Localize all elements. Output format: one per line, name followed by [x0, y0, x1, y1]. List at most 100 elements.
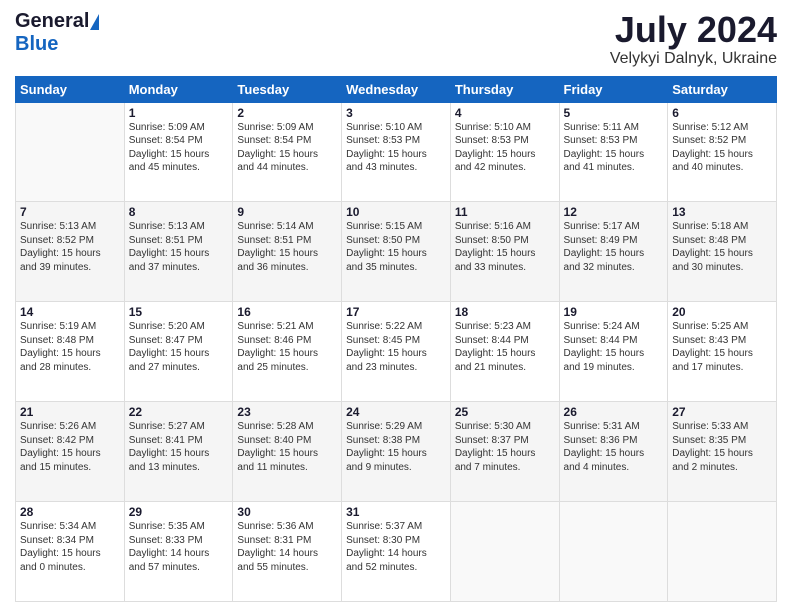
day-header-tuesday: Tuesday	[233, 76, 342, 102]
cell-info: Sunrise: 5:21 AM Sunset: 8:46 PM Dayligh…	[237, 320, 337, 374]
day-number: 4	[455, 106, 555, 120]
cal-cell: 14Sunrise: 5:19 AM Sunset: 8:48 PM Dayli…	[16, 302, 125, 402]
cal-cell: 12Sunrise: 5:17 AM Sunset: 8:49 PM Dayli…	[559, 202, 668, 302]
day-number: 8	[129, 205, 229, 219]
week-row-2: 14Sunrise: 5:19 AM Sunset: 8:48 PM Dayli…	[16, 302, 777, 402]
cal-cell: 8Sunrise: 5:13 AM Sunset: 8:51 PM Daylig…	[124, 202, 233, 302]
cal-cell: 2Sunrise: 5:09 AM Sunset: 8:54 PM Daylig…	[233, 102, 342, 202]
cell-info: Sunrise: 5:30 AM Sunset: 8:37 PM Dayligh…	[455, 420, 555, 474]
cal-cell: 15Sunrise: 5:20 AM Sunset: 8:47 PM Dayli…	[124, 302, 233, 402]
day-number: 16	[237, 305, 337, 319]
cell-info: Sunrise: 5:14 AM Sunset: 8:51 PM Dayligh…	[237, 220, 337, 274]
week-row-0: 1Sunrise: 5:09 AM Sunset: 8:54 PM Daylig…	[16, 102, 777, 202]
day-number: 17	[346, 305, 446, 319]
day-number: 30	[237, 505, 337, 519]
month-title: July 2024	[610, 10, 777, 50]
cal-cell: 16Sunrise: 5:21 AM Sunset: 8:46 PM Dayli…	[233, 302, 342, 402]
logo-general: General	[15, 10, 89, 33]
cell-info: Sunrise: 5:17 AM Sunset: 8:49 PM Dayligh…	[564, 220, 664, 274]
cal-cell: 25Sunrise: 5:30 AM Sunset: 8:37 PM Dayli…	[450, 402, 559, 502]
cal-cell: 11Sunrise: 5:16 AM Sunset: 8:50 PM Dayli…	[450, 202, 559, 302]
location-subtitle: Velykyi Dalnyk, Ukraine	[610, 50, 777, 68]
cell-info: Sunrise: 5:19 AM Sunset: 8:48 PM Dayligh…	[20, 320, 120, 374]
cal-cell: 1Sunrise: 5:09 AM Sunset: 8:54 PM Daylig…	[124, 102, 233, 202]
cell-info: Sunrise: 5:31 AM Sunset: 8:36 PM Dayligh…	[564, 420, 664, 474]
cal-cell: 20Sunrise: 5:25 AM Sunset: 8:43 PM Dayli…	[668, 302, 777, 402]
cell-info: Sunrise: 5:22 AM Sunset: 8:45 PM Dayligh…	[346, 320, 446, 374]
day-number: 25	[455, 405, 555, 419]
calendar-body: 1Sunrise: 5:09 AM Sunset: 8:54 PM Daylig…	[16, 102, 777, 601]
cal-cell: 19Sunrise: 5:24 AM Sunset: 8:44 PM Dayli…	[559, 302, 668, 402]
week-row-4: 28Sunrise: 5:34 AM Sunset: 8:34 PM Dayli…	[16, 502, 777, 602]
cell-info: Sunrise: 5:26 AM Sunset: 8:42 PM Dayligh…	[20, 420, 120, 474]
cell-info: Sunrise: 5:13 AM Sunset: 8:51 PM Dayligh…	[129, 220, 229, 274]
day-number: 21	[20, 405, 120, 419]
cal-cell: 30Sunrise: 5:36 AM Sunset: 8:31 PM Dayli…	[233, 502, 342, 602]
cell-info: Sunrise: 5:23 AM Sunset: 8:44 PM Dayligh…	[455, 320, 555, 374]
cell-info: Sunrise: 5:09 AM Sunset: 8:54 PM Dayligh…	[129, 121, 229, 175]
day-number: 18	[455, 305, 555, 319]
day-header-monday: Monday	[124, 76, 233, 102]
day-number: 11	[455, 205, 555, 219]
cal-cell: 6Sunrise: 5:12 AM Sunset: 8:52 PM Daylig…	[668, 102, 777, 202]
cal-cell	[16, 102, 125, 202]
cal-cell: 5Sunrise: 5:11 AM Sunset: 8:53 PM Daylig…	[559, 102, 668, 202]
week-row-3: 21Sunrise: 5:26 AM Sunset: 8:42 PM Dayli…	[16, 402, 777, 502]
calendar-header-row: SundayMondayTuesdayWednesdayThursdayFrid…	[16, 76, 777, 102]
cell-info: Sunrise: 5:15 AM Sunset: 8:50 PM Dayligh…	[346, 220, 446, 274]
cal-cell: 27Sunrise: 5:33 AM Sunset: 8:35 PM Dayli…	[668, 402, 777, 502]
day-header-saturday: Saturday	[668, 76, 777, 102]
cell-info: Sunrise: 5:10 AM Sunset: 8:53 PM Dayligh…	[455, 121, 555, 175]
cal-cell	[450, 502, 559, 602]
cal-cell: 13Sunrise: 5:18 AM Sunset: 8:48 PM Dayli…	[668, 202, 777, 302]
calendar: SundayMondayTuesdayWednesdayThursdayFrid…	[15, 76, 777, 602]
day-number: 19	[564, 305, 664, 319]
cal-cell: 17Sunrise: 5:22 AM Sunset: 8:45 PM Dayli…	[342, 302, 451, 402]
cell-info: Sunrise: 5:10 AM Sunset: 8:53 PM Dayligh…	[346, 121, 446, 175]
cell-info: Sunrise: 5:27 AM Sunset: 8:41 PM Dayligh…	[129, 420, 229, 474]
cal-cell: 10Sunrise: 5:15 AM Sunset: 8:50 PM Dayli…	[342, 202, 451, 302]
day-number: 7	[20, 205, 120, 219]
cal-cell	[668, 502, 777, 602]
day-number: 26	[564, 405, 664, 419]
day-number: 6	[672, 106, 772, 120]
day-number: 27	[672, 405, 772, 419]
day-number: 3	[346, 106, 446, 120]
cell-info: Sunrise: 5:37 AM Sunset: 8:30 PM Dayligh…	[346, 520, 446, 574]
cell-info: Sunrise: 5:25 AM Sunset: 8:43 PM Dayligh…	[672, 320, 772, 374]
day-number: 24	[346, 405, 446, 419]
day-header-wednesday: Wednesday	[342, 76, 451, 102]
cell-info: Sunrise: 5:12 AM Sunset: 8:52 PM Dayligh…	[672, 121, 772, 175]
cal-cell: 4Sunrise: 5:10 AM Sunset: 8:53 PM Daylig…	[450, 102, 559, 202]
day-number: 5	[564, 106, 664, 120]
day-number: 29	[129, 505, 229, 519]
cell-info: Sunrise: 5:13 AM Sunset: 8:52 PM Dayligh…	[20, 220, 120, 274]
week-row-1: 7Sunrise: 5:13 AM Sunset: 8:52 PM Daylig…	[16, 202, 777, 302]
cell-info: Sunrise: 5:33 AM Sunset: 8:35 PM Dayligh…	[672, 420, 772, 474]
logo-blue: Blue	[15, 33, 58, 56]
day-number: 31	[346, 505, 446, 519]
cal-cell: 23Sunrise: 5:28 AM Sunset: 8:40 PM Dayli…	[233, 402, 342, 502]
cell-info: Sunrise: 5:11 AM Sunset: 8:53 PM Dayligh…	[564, 121, 664, 175]
cell-info: Sunrise: 5:36 AM Sunset: 8:31 PM Dayligh…	[237, 520, 337, 574]
cal-cell: 22Sunrise: 5:27 AM Sunset: 8:41 PM Dayli…	[124, 402, 233, 502]
cell-info: Sunrise: 5:20 AM Sunset: 8:47 PM Dayligh…	[129, 320, 229, 374]
logo: General Blue	[15, 10, 99, 56]
cal-cell: 7Sunrise: 5:13 AM Sunset: 8:52 PM Daylig…	[16, 202, 125, 302]
cal-cell: 31Sunrise: 5:37 AM Sunset: 8:30 PM Dayli…	[342, 502, 451, 602]
cell-info: Sunrise: 5:18 AM Sunset: 8:48 PM Dayligh…	[672, 220, 772, 274]
cal-cell: 3Sunrise: 5:10 AM Sunset: 8:53 PM Daylig…	[342, 102, 451, 202]
cal-cell: 24Sunrise: 5:29 AM Sunset: 8:38 PM Dayli…	[342, 402, 451, 502]
cell-info: Sunrise: 5:09 AM Sunset: 8:54 PM Dayligh…	[237, 121, 337, 175]
day-number: 23	[237, 405, 337, 419]
logo-triangle-icon	[90, 14, 99, 30]
day-number: 2	[237, 106, 337, 120]
cell-info: Sunrise: 5:24 AM Sunset: 8:44 PM Dayligh…	[564, 320, 664, 374]
day-number: 20	[672, 305, 772, 319]
day-number: 14	[20, 305, 120, 319]
cal-cell: 21Sunrise: 5:26 AM Sunset: 8:42 PM Dayli…	[16, 402, 125, 502]
cell-info: Sunrise: 5:34 AM Sunset: 8:34 PM Dayligh…	[20, 520, 120, 574]
day-number: 10	[346, 205, 446, 219]
day-number: 28	[20, 505, 120, 519]
cal-cell: 9Sunrise: 5:14 AM Sunset: 8:51 PM Daylig…	[233, 202, 342, 302]
